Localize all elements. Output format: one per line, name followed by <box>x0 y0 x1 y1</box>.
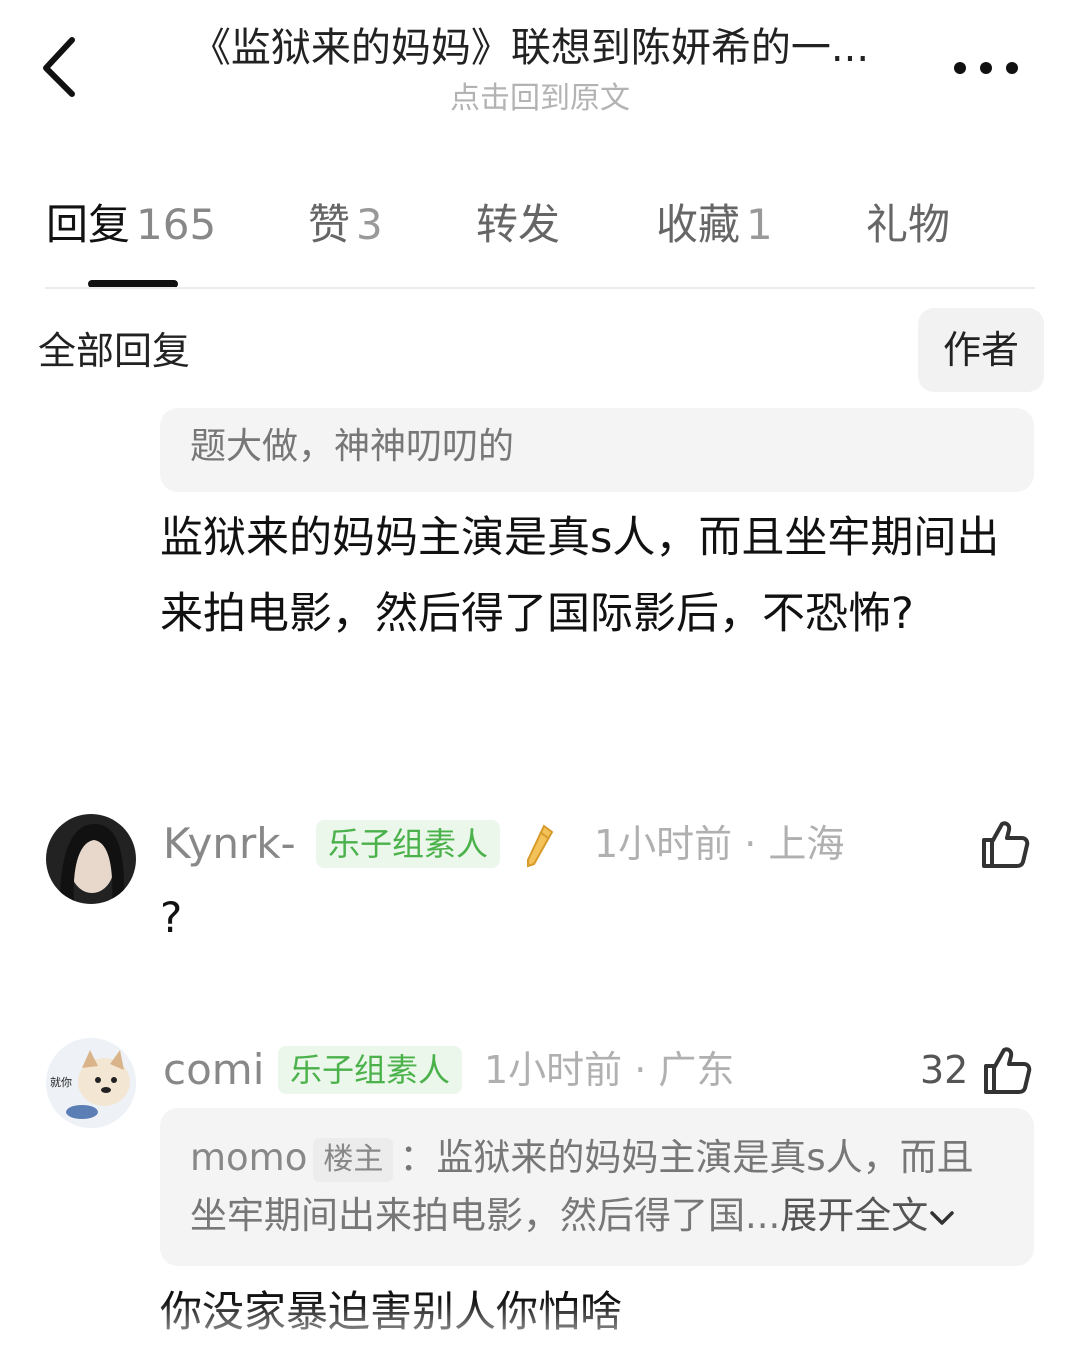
more-options-button[interactable] <box>946 48 1026 88</box>
tab-count: 165 <box>136 200 217 249</box>
tab-bar: 回复 165 赞3 转发 收藏 1 礼物 <box>0 185 1080 288</box>
user-badge: 乐子组素人 <box>316 820 501 868</box>
back-to-original-link[interactable]: 点击回到原文 <box>340 78 740 120</box>
tab-count: 3 <box>356 200 383 249</box>
quoted-reply-line: momo 楼主 ：监狱来的妈妈主演是真s人，而且 <box>190 1130 974 1186</box>
user-badge: 乐子组素人 <box>278 1046 463 1094</box>
tab-label: 回复 <box>46 200 131 249</box>
tab-label: 转发 <box>476 200 561 249</box>
username[interactable]: Kynrk- <box>163 814 296 874</box>
bottom-fade <box>0 1300 1080 1357</box>
like-button[interactable] <box>978 1042 1034 1098</box>
tab-label: 收藏 <box>656 200 741 249</box>
tab-label: 赞 <box>308 200 351 249</box>
chevron-down-icon <box>930 1210 955 1225</box>
quoted-text: 题大做，神神叨叨的 <box>190 426 515 467</box>
avatar-image: 就你 <box>46 1038 136 1128</box>
comment-meta: 1小时前 · 广东 <box>484 1048 735 1092</box>
tab-gifts[interactable]: 礼物 <box>866 195 950 255</box>
reply-text: 监狱来的妈妈主演是真s人，而且坐牢期间出来拍电影，然后得了国际影后，不恐怖? <box>160 513 1000 639</box>
quoted-text: 坐牢期间出来拍电影，然后得了国... <box>190 1194 781 1237</box>
chevron-left-icon <box>43 37 75 97</box>
divider <box>45 287 1035 289</box>
quoted-text-box: 题大做，神神叨叨的 <box>160 408 1034 492</box>
comment-text: ? <box>160 893 183 942</box>
avatar[interactable] <box>46 814 136 904</box>
tab-replies[interactable]: 回复 165 <box>46 195 216 255</box>
more-dots-icon <box>954 62 966 74</box>
tab-favorites[interactable]: 收藏 1 <box>656 195 773 255</box>
svg-text:就你: 就你 <box>50 1075 72 1089</box>
expand-full-text-link[interactable]: 展开全文 <box>780 1194 956 1237</box>
back-button[interactable] <box>30 30 90 100</box>
page-title: 《监狱来的妈妈》联想到陈妍希的一... <box>190 25 870 71</box>
pen-icon <box>527 824 554 868</box>
username[interactable]: comi <box>163 1040 264 1100</box>
top-bar: 《监狱来的妈妈》联想到陈妍希的一... 点击回到原文 <box>0 0 1080 140</box>
avatar[interactable]: 就你 <box>46 1038 136 1128</box>
tab-label: 礼物 <box>866 200 951 249</box>
op-tag: 楼主 <box>313 1137 394 1182</box>
comment-meta: 1小时前 · 上海 <box>594 822 845 866</box>
all-replies-label: 全部回复 <box>38 329 191 373</box>
quoted-username: momo <box>190 1136 308 1179</box>
avatar-image <box>46 814 136 904</box>
tab-count: 1 <box>746 200 773 249</box>
like-count: 32 <box>920 1048 969 1092</box>
quoted-text: ：监狱来的妈妈主演是真s人，而且 <box>399 1136 974 1179</box>
tab-likes[interactable]: 赞3 <box>308 195 383 255</box>
author-filter-button[interactable]: 作者 <box>918 308 1044 392</box>
like-button[interactable] <box>976 816 1032 872</box>
thumbs-up-icon <box>984 1047 1032 1094</box>
quoted-reply-box[interactable]: momo 楼主 ：监狱来的妈妈主演是真s人，而且 坐牢期间出来拍电影，然后得了国..… <box>160 1108 1034 1266</box>
tab-reposts[interactable]: 转发 <box>476 195 560 255</box>
thumbs-up-icon <box>982 821 1030 868</box>
quoted-reply-line: 坐牢期间出来拍电影，然后得了国...展开全文 <box>190 1188 956 1244</box>
